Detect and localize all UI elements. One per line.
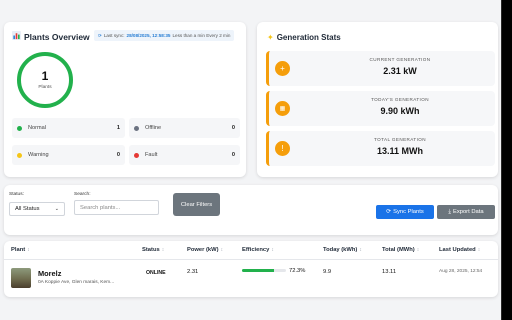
dashboard: Plants Overview ⟳ Last sync: 28/08/2025,… — [0, 0, 502, 320]
plants-overview-title: Plants Overview — [12, 31, 90, 42]
header-divider — [4, 259, 498, 260]
last-sync-badge: ⟳ Last sync: 28/08/2025, 12:58:35 Less t… — [94, 30, 235, 41]
status-filter-value: All Status — [15, 206, 40, 212]
status-fault-label: Fault — [145, 152, 158, 158]
plant-status: ONLINE — [146, 270, 166, 276]
status-normal[interactable]: Normal 1 — [12, 118, 125, 138]
status-filter-label: Status: — [9, 192, 24, 197]
column-header-plant[interactable]: Plant ↕ — [11, 247, 30, 253]
refresh-icon: ⟳ — [98, 32, 102, 38]
column-status-label: Status — [142, 247, 160, 253]
plant-today: 9.9 — [323, 269, 332, 275]
column-header-status[interactable]: Status ↕ — [142, 247, 164, 253]
column-power-label: Power (kW) — [187, 247, 219, 253]
sort-icon: ↕ — [27, 247, 30, 253]
plants-overview-title-text: Plants Overview — [24, 31, 90, 42]
clear-filters-button[interactable]: Clear Filters — [173, 193, 220, 216]
plants-table: Plant ↕ Status ↕ Power (kW) ↕ Efficiency ↕ T… — [4, 241, 498, 297]
chevron-down-icon: ⌄ — [54, 206, 59, 212]
plus-icon: + — [275, 61, 290, 76]
sync-icon: ⟳ — [386, 209, 392, 215]
status-filter-select[interactable]: All Status ⌄ — [9, 202, 65, 216]
normal-dot-icon — [17, 125, 22, 131]
total-plants-count: 1 — [41, 69, 49, 83]
offline-dot-icon — [134, 125, 139, 131]
plant-power: 2.31 — [187, 269, 199, 275]
column-today-label: Today (kWh) — [323, 247, 358, 253]
column-header-last-updated[interactable]: Last Updated ↕ — [439, 247, 480, 253]
status-normal-count: 1 — [116, 125, 120, 131]
sync-plants-button[interactable]: ⟳ Sync Plants — [376, 205, 434, 219]
efficiency-bar — [242, 269, 286, 272]
status-warning[interactable]: Warning 0 — [12, 145, 125, 165]
calendar-icon: ▦ — [275, 101, 290, 116]
total-generation-value: 13.11 MWh — [376, 146, 423, 156]
column-header-total[interactable]: Total (MWh) ↕ — [382, 247, 419, 253]
column-header-today[interactable]: Today (kWh) ↕ — [323, 247, 362, 253]
filters-bar: Status: All Status ⌄ Search: Search plan… — [4, 185, 498, 235]
sort-icon: ↕ — [271, 247, 274, 253]
column-header-efficiency[interactable]: Efficiency ↕ — [242, 247, 274, 253]
column-header-power[interactable]: Power (kW) ↕ — [187, 247, 223, 253]
sort-icon: ↕ — [416, 247, 420, 253]
last-sync-label: Last sync: — [103, 33, 125, 38]
efficiency-bar-fill — [242, 269, 274, 272]
status-warning-label: Warning — [28, 152, 49, 158]
generation-stats-title: ✦ Generation Stats — [267, 33, 341, 42]
generation-stats-title-text: Generation Stats — [276, 33, 341, 42]
status-offline-count: 0 — [231, 125, 235, 131]
status-fault[interactable]: Fault 0 — [129, 145, 240, 165]
sort-icon: ↕ — [359, 247, 362, 253]
column-total-label: Total (MWh) — [382, 247, 415, 253]
search-input[interactable]: Search plants... — [74, 200, 159, 215]
last-sync-time: 28/08/2025, 12:58:35 — [126, 33, 171, 38]
last-sync-ago: Less than a min Every 2 min — [172, 33, 231, 38]
generation-stats-card: ✦ Generation Stats + CURRENT GENERATION … — [257, 22, 498, 177]
column-last-updated-label: Last Updated — [439, 247, 476, 253]
chart-icon — [12, 31, 21, 42]
total-generation-stat: ! TOTAL GENERATION 13.11 MWh — [266, 131, 495, 166]
total-plants-label: Plants — [38, 85, 52, 90]
plant-last-updated: Aug 28, 2025, 12:54 — [439, 269, 483, 274]
today-generation-value: 9.90 kWh — [380, 106, 420, 116]
sort-icon: ↕ — [220, 247, 224, 253]
status-offline[interactable]: Offline 0 — [129, 118, 240, 138]
column-plant-label: Plant — [11, 247, 26, 253]
plant-address: 0A Koppie Ave, Glen marais, Kem... — [38, 280, 115, 285]
plant-total: 13.11 — [382, 269, 397, 275]
current-generation-label: CURRENT GENERATION — [369, 57, 431, 62]
plant-name[interactable]: Morelz — [38, 269, 61, 278]
warning-dot-icon — [17, 152, 22, 158]
today-generation-label: TODAY'S GENERATION — [371, 97, 429, 102]
export-data-button[interactable]: ⤓ Export Data — [437, 205, 495, 219]
total-plants-ring: 1 Plants — [17, 52, 73, 108]
status-normal-label: Normal — [28, 125, 47, 131]
sparkle-icon: ✦ — [267, 33, 274, 42]
exclamation-icon: ! — [275, 141, 290, 156]
search-placeholder: Search plants... — [80, 204, 121, 211]
sync-plants-label: Sync Plants — [393, 209, 424, 215]
status-warning-count: 0 — [116, 152, 120, 158]
today-generation-stat: ▦ TODAY'S GENERATION 9.90 kWh — [266, 91, 495, 126]
status-fault-count: 0 — [231, 152, 235, 158]
total-generation-label: TOTAL GENERATION — [374, 137, 426, 142]
export-data-label: Export Data — [452, 209, 484, 215]
sort-icon: ↕ — [477, 247, 481, 253]
download-icon: ⤓ — [448, 208, 451, 215]
plant-thumbnail — [11, 268, 31, 288]
current-generation-value: 2.31 kW — [383, 66, 417, 76]
fault-dot-icon — [134, 152, 139, 158]
plant-efficiency: 72.3% — [289, 268, 306, 274]
current-generation-stat: + CURRENT GENERATION 2.31 kW — [266, 51, 495, 86]
search-label: Search: — [74, 192, 91, 197]
column-efficiency-label: Efficiency — [242, 247, 270, 253]
plants-overview-card: Plants Overview ⟳ Last sync: 28/08/2025,… — [4, 22, 246, 177]
status-offline-label: Offline — [145, 125, 162, 131]
sort-icon: ↕ — [161, 247, 165, 253]
